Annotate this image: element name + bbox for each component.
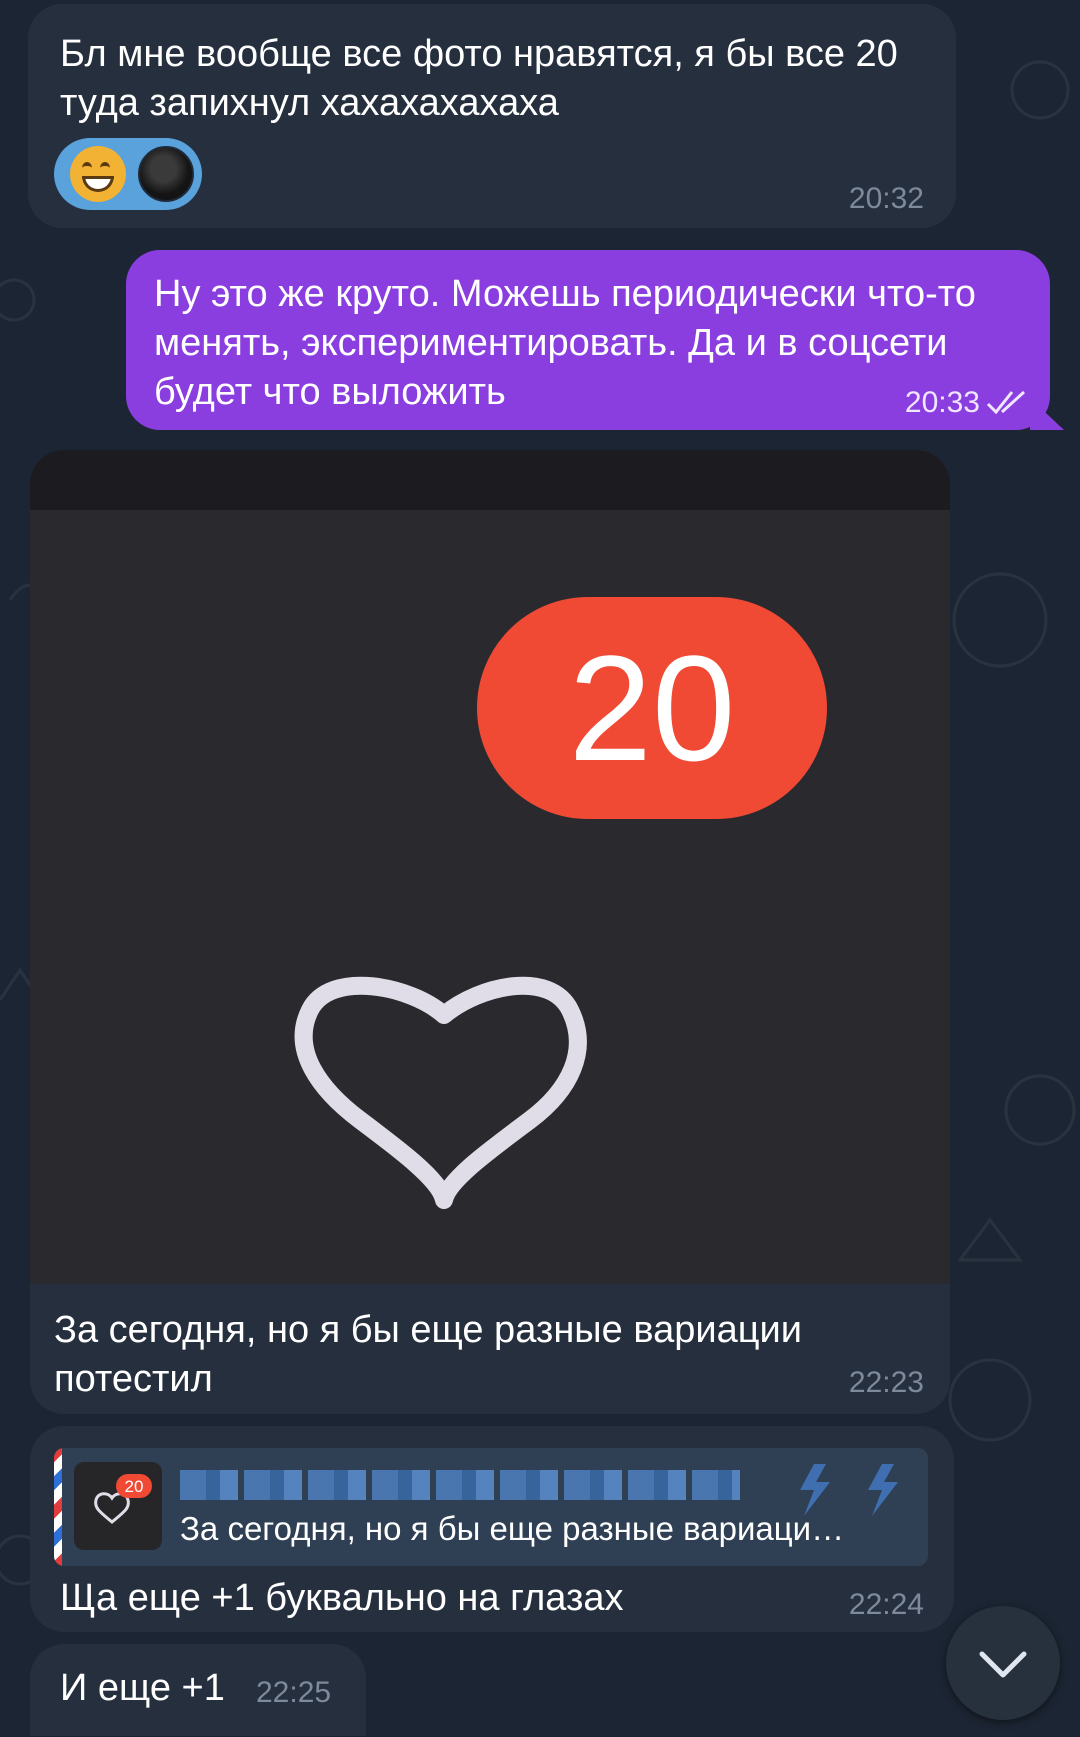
message-time: 22:23 [848, 1366, 924, 1399]
reply-thumbnail: 20 [74, 1462, 162, 1550]
reactions-bar[interactable] [54, 138, 202, 210]
message-text: Ну это же круто. Можешь периодически что… [154, 273, 976, 413]
message-time: 22:25 [256, 1676, 332, 1709]
badge-count: 20 [569, 624, 736, 792]
message-time: 20:33 [904, 386, 980, 419]
message-text: Ща еще +1 буквально на глазах [60, 1577, 624, 1619]
message-bubble-incoming[interactable]: И еще +1 22:25 [30, 1644, 366, 1736]
message-bubble-incoming[interactable]: Бл мне вообще все фото нравятся, я бы вс… [28, 4, 956, 228]
message-text: И еще +1 [60, 1667, 225, 1709]
scroll-down-button[interactable] [946, 1606, 1060, 1720]
message-text: Бл мне вообще все фото нравятся, я бы вс… [60, 33, 898, 124]
message-time: 20:32 [848, 182, 924, 215]
message-bubble-outgoing[interactable]: Ну это же круто. Можешь периодически что… [126, 250, 1050, 430]
reply-accent-bar [54, 1448, 62, 1566]
heart-outline-icon [94, 1492, 130, 1524]
heart-outline-icon [294, 976, 587, 1209]
reply-text: За сегодня, но я бы еще разные вариаци… [180, 1510, 845, 1547]
message-text: За сегодня, но я бы еще разные вариации … [54, 1309, 802, 1400]
chevron-down-icon [979, 1651, 1027, 1678]
message-time: 22:24 [848, 1588, 924, 1621]
user-avatar [138, 146, 194, 202]
badge-count: 20 [125, 1477, 144, 1496]
grinning-face-emoji-icon [70, 146, 126, 202]
photo-content: 20 [294, 583, 841, 1209]
message-bubble-photo[interactable]: 20 За сегодня, но я бы еще разные вариац… [30, 450, 950, 1414]
reply-quote[interactable]: 20 За сегодня, но я бы еще разные вариац… [54, 1448, 928, 1566]
message-bubble-reply[interactable]: 20 За сегодня, но я бы еще разные вариац… [30, 1426, 954, 1632]
reply-sender-name-blurred [180, 1470, 740, 1500]
double-check-read-icon [986, 390, 1026, 415]
photo-attachment[interactable]: 20 [30, 450, 950, 1284]
